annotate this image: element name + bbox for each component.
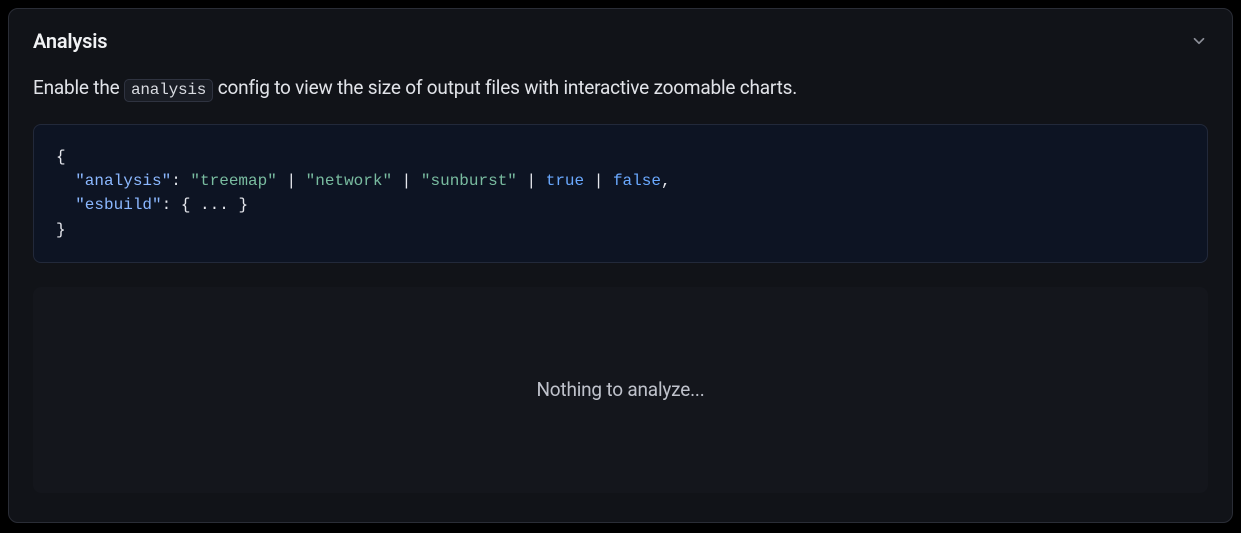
comma-1: , — [661, 172, 671, 190]
val-true: true — [546, 172, 584, 190]
analysis-panel: Analysis Enable the analysis config to v… — [8, 8, 1233, 523]
pipe-4: | — [584, 172, 613, 190]
description-text-after: config to view the size of output files … — [213, 76, 797, 99]
val-treemap: "treemap" — [190, 172, 276, 190]
val-esbuild: { ... } — [181, 196, 248, 214]
val-network: "network" — [306, 172, 392, 190]
pipe-2: | — [392, 172, 421, 190]
pipe-3: | — [517, 172, 546, 190]
code-indent-2 — [56, 196, 75, 214]
analysis-viewport: Nothing to analyze... — [33, 287, 1208, 493]
inline-code-analysis: analysis — [124, 79, 213, 102]
val-false: false — [613, 172, 661, 190]
brace-close: } — [56, 221, 66, 239]
config-code-block: { "analysis": "treemap" | "network" | "s… — [33, 124, 1208, 263]
key-esbuild: "esbuild" — [75, 196, 161, 214]
pipe-1: | — [277, 172, 306, 190]
panel-header: Analysis — [33, 29, 1208, 53]
brace-open: { — [56, 148, 66, 166]
chevron-down-icon[interactable] — [1190, 32, 1208, 50]
colon-2: : — [162, 196, 181, 214]
panel-description: Enable the analysis config to view the s… — [33, 75, 1208, 102]
val-sunburst: "sunburst" — [421, 172, 517, 190]
empty-state-message: Nothing to analyze... — [536, 378, 704, 401]
key-analysis: "analysis" — [75, 172, 171, 190]
code-indent — [56, 172, 75, 190]
description-text-before: Enable the — [33, 76, 124, 99]
panel-title: Analysis — [33, 29, 107, 53]
colon: : — [171, 172, 190, 190]
